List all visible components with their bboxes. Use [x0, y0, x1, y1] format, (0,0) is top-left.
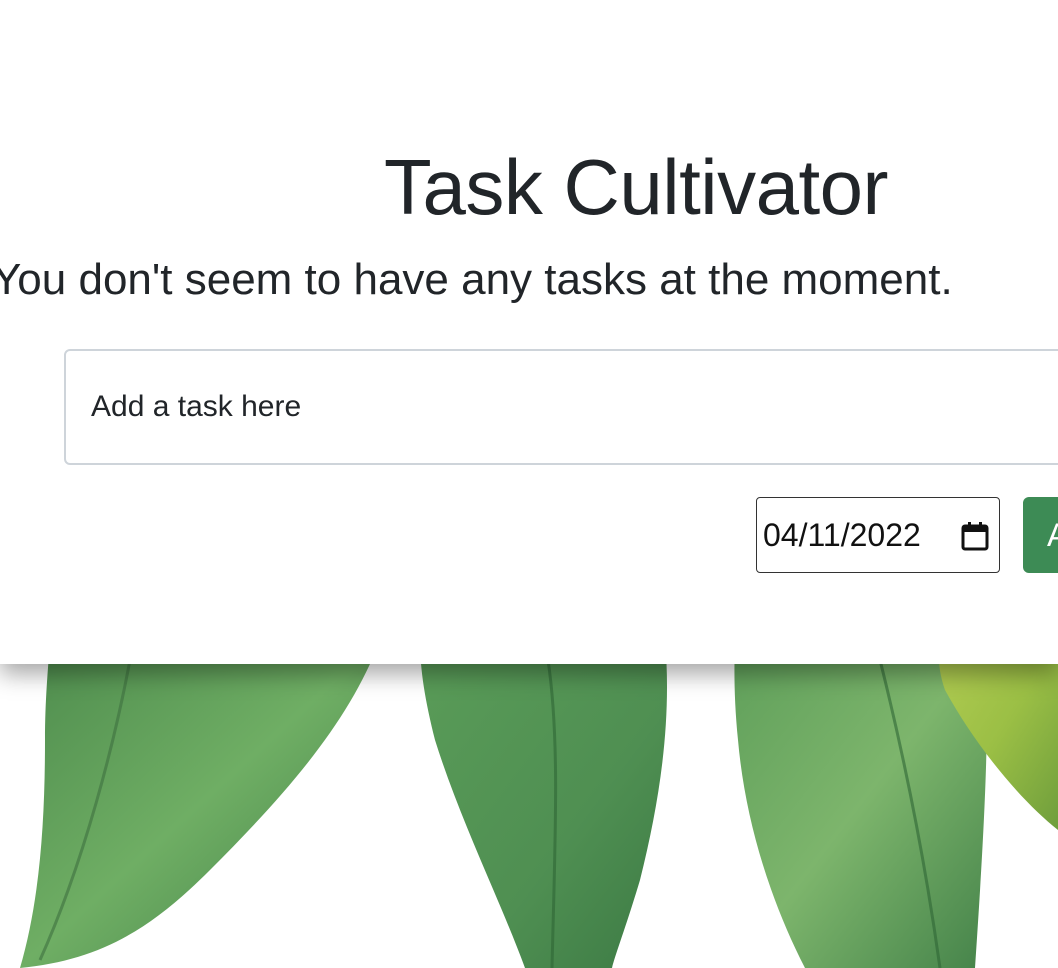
date-picker[interactable]: 04/11/2022: [756, 497, 1000, 573]
calendar-icon[interactable]: [961, 521, 989, 551]
date-value: 04/11/2022: [763, 516, 921, 553]
leaf-2: [420, 640, 668, 968]
empty-state-text: You don't seem to have any tasks at the …: [0, 255, 953, 304]
header-panel: Task Cultivator You don't seem to have a…: [0, 0, 1058, 664]
leaf-1: [20, 640, 380, 968]
add-task-button[interactable]: Add: [1023, 497, 1058, 573]
leaves-background: [20, 640, 1058, 968]
task-input[interactable]: [64, 349, 1058, 465]
page: Task Cultivator You don't seem to have a…: [0, 0, 1058, 968]
empty-state-message: You don't seem to have any tasks at the …: [0, 254, 1058, 307]
page-title: Task Cultivator: [384, 143, 889, 231]
